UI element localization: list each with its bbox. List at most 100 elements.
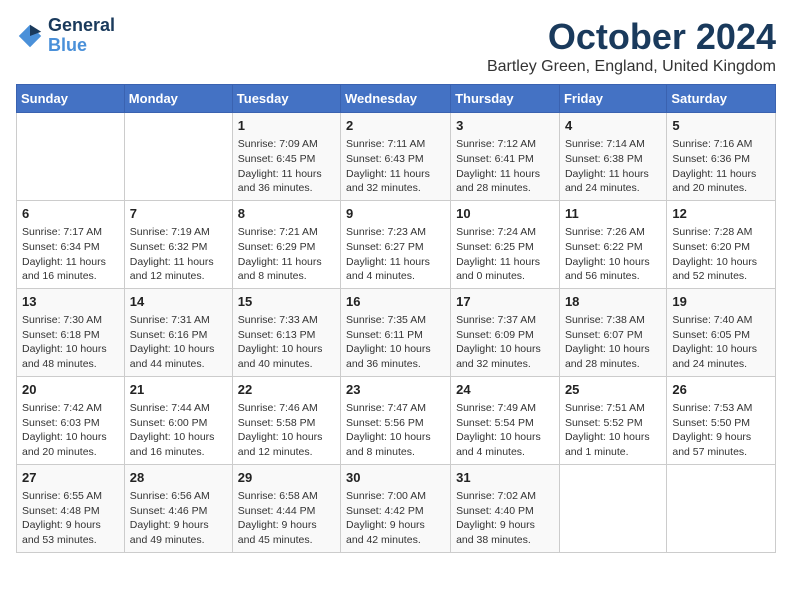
calendar-cell: 10 Sunrise: 7:24 AM Sunset: 6:25 PM Dayli…: [451, 200, 560, 288]
day-info: Sunrise: 7:30 AM Sunset: 6:18 PM Dayligh…: [22, 313, 119, 372]
day-number: 9: [346, 205, 445, 223]
calendar-cell: 3Sunrise: 7:12 AM Sunset: 6:41 PM Daylig…: [451, 113, 560, 201]
day-info: Sunrise: 7:16 AM Sunset: 6:36 PM Dayligh…: [672, 137, 770, 196]
day-info: Sunrise: 7:31 AM Sunset: 6:16 PM Dayligh…: [130, 313, 227, 372]
calendar-cell: 2 Sunrise: 7:11 AM Sunset: 6:43 PM Daylig…: [341, 113, 451, 201]
day-info: Sunrise: 7:40 AM Sunset: 6:05 PM Dayligh…: [672, 313, 770, 372]
calendar-cell: [667, 464, 776, 552]
calendar-cell: 30 Sunrise: 7:00 AM Sunset: 4:42 PM Dayli…: [341, 464, 451, 552]
day-number: 29: [238, 469, 335, 487]
day-info: Sunrise: 7:02 AM Sunset: 4:40 PM Dayligh…: [456, 489, 554, 548]
day-info: Sunrise: 7:17 AM Sunset: 6:34 PM Dayligh…: [22, 225, 119, 284]
title-block: October 2024 Bartley Green, England, Uni…: [487, 16, 776, 76]
calendar-cell: 18 Sunrise: 7:38 AM Sunset: 6:07 PM Dayli…: [559, 288, 666, 376]
calendar-cell: 25Sunrise: 7:51 AM Sunset: 5:52 PM Dayli…: [559, 376, 666, 464]
day-info: Sunrise: 6:56 AM Sunset: 4:46 PM Dayligh…: [130, 489, 227, 548]
calendar-cell: 15Sunrise: 7:33 AM Sunset: 6:13 PM Dayli…: [232, 288, 340, 376]
col-header-wednesday: Wednesday: [341, 85, 451, 113]
calendar-table: SundayMondayTuesdayWednesdayThursdayFrid…: [16, 84, 776, 553]
calendar-cell: 31 Sunrise: 7:02 AM Sunset: 4:40 PM Dayli…: [451, 464, 560, 552]
col-header-sunday: Sunday: [17, 85, 125, 113]
calendar-cell: 19 Sunrise: 7:40 AM Sunset: 6:05 PM Dayli…: [667, 288, 776, 376]
day-number: 5: [672, 117, 770, 135]
calendar-cell: 13 Sunrise: 7:30 AM Sunset: 6:18 PM Dayli…: [17, 288, 125, 376]
col-header-thursday: Thursday: [451, 85, 560, 113]
day-number: 23: [346, 381, 445, 399]
day-number: 2: [346, 117, 445, 135]
month-title: October 2024: [487, 16, 776, 58]
calendar-cell: 5 Sunrise: 7:16 AM Sunset: 6:36 PM Daylig…: [667, 113, 776, 201]
calendar-cell: 21 Sunrise: 7:44 AM Sunset: 6:00 PM Dayli…: [124, 376, 232, 464]
day-number: 26: [672, 381, 770, 399]
day-number: 14: [130, 293, 227, 311]
day-info: Sunrise: 7:38 AM Sunset: 6:07 PM Dayligh…: [565, 313, 661, 372]
day-number: 21: [130, 381, 227, 399]
calendar-cell: 12 Sunrise: 7:28 AM Sunset: 6:20 PM Dayli…: [667, 200, 776, 288]
calendar-cell: [17, 113, 125, 201]
calendar-cell: 11 Sunrise: 7:26 AM Sunset: 6:22 PM Dayli…: [559, 200, 666, 288]
logo-text: General Blue: [48, 16, 115, 56]
day-number: 7: [130, 205, 227, 223]
day-number: 31: [456, 469, 554, 487]
day-info: Sunrise: 6:58 AM Sunset: 4:44 PM Dayligh…: [238, 489, 335, 548]
logo: General Blue: [16, 16, 115, 56]
calendar-week-row: 6 Sunrise: 7:17 AM Sunset: 6:34 PM Daylig…: [17, 200, 776, 288]
calendar-cell: 22 Sunrise: 7:46 AM Sunset: 5:58 PM Dayli…: [232, 376, 340, 464]
day-info: Sunrise: 7:21 AM Sunset: 6:29 PM Dayligh…: [238, 225, 335, 284]
col-header-friday: Friday: [559, 85, 666, 113]
calendar-cell: 23 Sunrise: 7:47 AM Sunset: 5:56 PM Dayli…: [341, 376, 451, 464]
day-number: 20: [22, 381, 119, 399]
day-info: Sunrise: 7:11 AM Sunset: 6:43 PM Dayligh…: [346, 137, 445, 196]
day-info: Sunrise: 7:44 AM Sunset: 6:00 PM Dayligh…: [130, 401, 227, 460]
day-number: 4: [565, 117, 661, 135]
day-number: 22: [238, 381, 335, 399]
calendar-week-row: 27Sunrise: 6:55 AM Sunset: 4:48 PM Dayli…: [17, 464, 776, 552]
day-number: 8: [238, 205, 335, 223]
calendar-cell: 8 Sunrise: 7:21 AM Sunset: 6:29 PM Daylig…: [232, 200, 340, 288]
day-info: Sunrise: 7:42 AM Sunset: 6:03 PM Dayligh…: [22, 401, 119, 460]
calendar-cell: 16 Sunrise: 7:35 AM Sunset: 6:11 PM Dayli…: [341, 288, 451, 376]
calendar-cell: 6 Sunrise: 7:17 AM Sunset: 6:34 PM Daylig…: [17, 200, 125, 288]
day-info: Sunrise: 7:23 AM Sunset: 6:27 PM Dayligh…: [346, 225, 445, 284]
calendar-cell: 24Sunrise: 7:49 AM Sunset: 5:54 PM Dayli…: [451, 376, 560, 464]
day-info: Sunrise: 7:46 AM Sunset: 5:58 PM Dayligh…: [238, 401, 335, 460]
day-info: Sunrise: 7:37 AM Sunset: 6:09 PM Dayligh…: [456, 313, 554, 372]
col-header-monday: Monday: [124, 85, 232, 113]
calendar-cell: 7Sunrise: 7:19 AM Sunset: 6:32 PM Daylig…: [124, 200, 232, 288]
day-number: 13: [22, 293, 119, 311]
day-info: Sunrise: 7:53 AM Sunset: 5:50 PM Dayligh…: [672, 401, 770, 460]
day-number: 15: [238, 293, 335, 311]
day-info: Sunrise: 7:47 AM Sunset: 5:56 PM Dayligh…: [346, 401, 445, 460]
calendar-cell: 27Sunrise: 6:55 AM Sunset: 4:48 PM Dayli…: [17, 464, 125, 552]
day-number: 12: [672, 205, 770, 223]
calendar-week-row: 1 Sunrise: 7:09 AM Sunset: 6:45 PM Daylig…: [17, 113, 776, 201]
day-number: 1: [238, 117, 335, 135]
page-header: General Blue October 2024 Bartley Green,…: [16, 16, 776, 76]
day-info: Sunrise: 7:09 AM Sunset: 6:45 PM Dayligh…: [238, 137, 335, 196]
day-number: 6: [22, 205, 119, 223]
day-info: Sunrise: 7:28 AM Sunset: 6:20 PM Dayligh…: [672, 225, 770, 284]
day-number: 24: [456, 381, 554, 399]
day-number: 19: [672, 293, 770, 311]
day-number: 10: [456, 205, 554, 223]
calendar-cell: [124, 113, 232, 201]
calendar-cell: [559, 464, 666, 552]
calendar-cell: 9 Sunrise: 7:23 AM Sunset: 6:27 PM Daylig…: [341, 200, 451, 288]
day-number: 16: [346, 293, 445, 311]
day-number: 18: [565, 293, 661, 311]
day-info: Sunrise: 7:35 AM Sunset: 6:11 PM Dayligh…: [346, 313, 445, 372]
calendar-week-row: 13 Sunrise: 7:30 AM Sunset: 6:18 PM Dayli…: [17, 288, 776, 376]
calendar-week-row: 20 Sunrise: 7:42 AM Sunset: 6:03 PM Dayli…: [17, 376, 776, 464]
calendar-cell: 26 Sunrise: 7:53 AM Sunset: 5:50 PM Dayli…: [667, 376, 776, 464]
day-info: Sunrise: 7:00 AM Sunset: 4:42 PM Dayligh…: [346, 489, 445, 548]
day-number: 28: [130, 469, 227, 487]
day-info: Sunrise: 7:24 AM Sunset: 6:25 PM Dayligh…: [456, 225, 554, 284]
calendar-cell: 29 Sunrise: 6:58 AM Sunset: 4:44 PM Dayli…: [232, 464, 340, 552]
day-number: 30: [346, 469, 445, 487]
day-number: 25: [565, 381, 661, 399]
day-info: Sunrise: 7:26 AM Sunset: 6:22 PM Dayligh…: [565, 225, 661, 284]
day-number: 11: [565, 205, 661, 223]
calendar-cell: 17Sunrise: 7:37 AM Sunset: 6:09 PM Dayli…: [451, 288, 560, 376]
calendar-header-row: SundayMondayTuesdayWednesdayThursdayFrid…: [17, 85, 776, 113]
calendar-cell: 1 Sunrise: 7:09 AM Sunset: 6:45 PM Daylig…: [232, 113, 340, 201]
